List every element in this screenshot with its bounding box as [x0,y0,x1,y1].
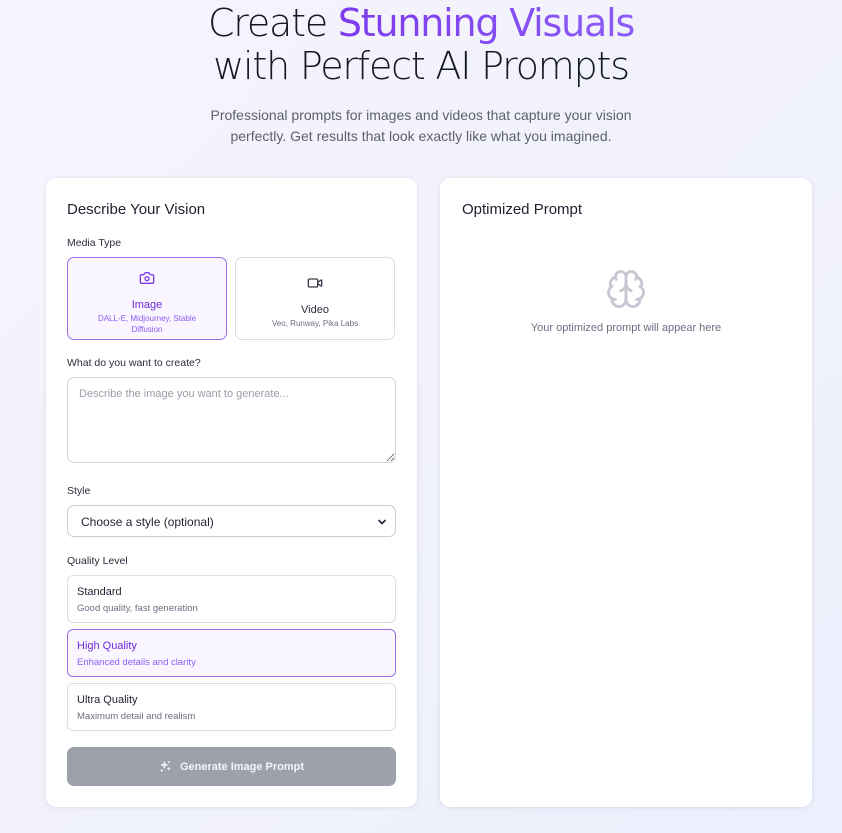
quality-option-desc: Maximum detail and realism [77,711,196,722]
output-title: Optimized Prompt [462,201,583,218]
chevron-down-icon [376,515,388,533]
create-description-input[interactable] [67,377,396,463]
hero-title-line2: with Perfect AI Prompts [213,44,630,88]
quality-option-standard[interactable]: Standard Good quality, fast generation [67,575,396,623]
style-select[interactable]: Choose a style (optional) [67,505,396,537]
media-option-video-sub: Veo, Runway, Pika Labs [271,319,359,328]
hero-title: Create Stunning Visuals with Perfect AI … [0,2,842,88]
output-placeholder-text: Your optimized prompt will appear here [530,322,722,334]
media-option-image-name: Image [131,299,163,311]
quality-level-label: Quality Level [67,555,128,567]
video-camera-icon [236,275,394,296]
hero-subtitle-line1: Professional prompts for images and vide… [210,107,632,123]
style-select-value: Choose a style (optional) [81,515,214,529]
quality-option-name: High Quality [77,640,137,652]
describe-vision-card: Describe Your Vision Media Type Image DA… [46,178,417,807]
generate-prompt-button[interactable]: Generate Image Prompt [67,747,396,786]
camera-icon [68,270,226,291]
quality-option-desc: Good quality, fast generation [77,603,198,614]
media-option-image[interactable]: Image DALL-E, Midjourney, Stable Diffusi… [67,257,227,340]
optimized-prompt-card: Optimized Prompt Your optimized prompt w… [440,178,812,807]
quality-option-ultra[interactable]: Ultra Quality Maximum detail and realism [67,683,396,731]
brain-icon [440,268,812,310]
quality-option-name: Ultra Quality [77,694,138,706]
media-option-video-name: Video [301,304,329,316]
form-title: Describe Your Vision [67,201,206,218]
output-placeholder: Your optimized prompt will appear here [440,268,812,334]
hero-subtitle: Professional prompts for images and vide… [181,105,661,147]
quality-option-name: Standard [77,586,122,598]
style-label: Style [67,485,91,497]
hero-title-plain: Create [207,1,338,45]
hero-title-accent: Stunning Visuals [337,1,635,45]
quality-option-desc: Enhanced details and clarity [77,657,196,668]
sparkles-icon [159,760,172,773]
media-option-image-sub: DALL-E, Midjourney, Stable Diffusion [97,314,197,334]
hero: Create Stunning Visuals with Perfect AI … [0,0,842,147]
media-type-label: Media Type [67,237,122,249]
media-option-video[interactable]: Video Veo, Runway, Pika Labs [235,257,395,340]
hero-subtitle-line2: perfectly. Get results that look exactly… [230,128,612,144]
quality-option-high[interactable]: High Quality Enhanced details and clarit… [67,629,396,677]
create-label: What do you want to create? [67,357,201,369]
generate-prompt-label: Generate Image Prompt [179,760,305,773]
